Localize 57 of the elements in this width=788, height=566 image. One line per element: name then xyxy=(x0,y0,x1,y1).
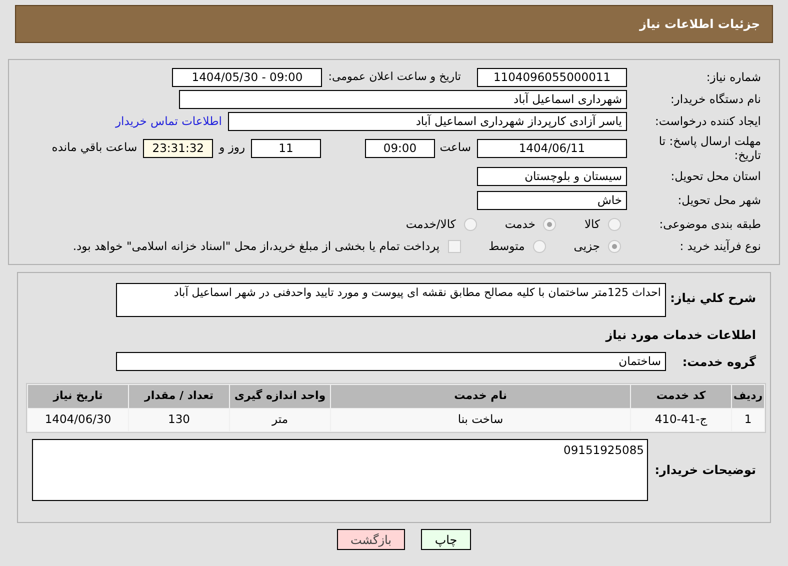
field-label: ساعت xyxy=(441,139,471,156)
field-label: استان محل تحویل: xyxy=(670,168,762,185)
column-header: کد خدمت xyxy=(631,385,731,408)
radio-label: کالا/خدمت xyxy=(406,216,456,233)
page-title: جزئیات اطلاعات نیاز xyxy=(639,16,760,33)
table-cell: 1404/06/30 xyxy=(28,409,128,431)
text-field[interactable]: سیستان و بلوچستان xyxy=(477,167,627,186)
field-label: ساعت باقي مانده xyxy=(52,139,138,156)
text-field[interactable]: خاش xyxy=(477,191,627,210)
field-label: نوع فرآیند خرید : xyxy=(678,238,762,255)
radio-button[interactable] xyxy=(532,240,546,253)
table-cell: ساخت بنا xyxy=(331,409,630,431)
table-cell: ج-41-410 xyxy=(631,409,731,431)
table-cell: متر xyxy=(230,409,330,431)
text-field[interactable]: 23:31:32 xyxy=(143,138,214,158)
text-field[interactable]: 11 xyxy=(251,138,321,158)
back-button[interactable]: بازگشت xyxy=(337,529,405,550)
checkbox-label: پرداخت تمام یا بخشی از مبلغ خرید،از محل "اسناد خزانه اسلامی" خواهد بود. xyxy=(72,238,440,255)
column-header: ردیف xyxy=(732,385,764,408)
field-label: تاریخ و ساعت اعلان عمومی: xyxy=(328,69,462,86)
field-label: نام دستگاه خریدار: xyxy=(669,90,762,108)
field-label: شرح کلي نیاز: xyxy=(670,290,756,307)
table-cell: 130 xyxy=(129,409,229,431)
radio-label: کالا xyxy=(584,216,600,233)
column-header: تعداد / مقدار xyxy=(129,385,229,408)
text-field[interactable]: 09:00 xyxy=(365,138,435,158)
column-header: نام خدمت xyxy=(331,385,630,408)
description-field[interactable]: احداث 125متر ساختمان با کلیه مصالح مطابق نقشه ای پیوست و مورد تایید واحدفنی در شهر اسماعیل آباد xyxy=(116,283,666,317)
radio-button[interactable] xyxy=(543,218,556,231)
text-field[interactable]: 1404/05/30 - 09:00 xyxy=(172,68,322,87)
text-field[interactable]: 1404/06/11 xyxy=(477,138,627,158)
radio-label: متوسط xyxy=(488,238,525,255)
radio-label: خدمت xyxy=(504,216,536,233)
print-button[interactable]: چاپ xyxy=(421,529,471,550)
radio-button[interactable] xyxy=(608,218,621,231)
checkbox[interactable] xyxy=(448,240,461,253)
field-label: توضیحات خریدار: xyxy=(656,462,756,479)
column-header: واحد اندازه گیری xyxy=(230,385,330,408)
text-field[interactable]: یاسر آزادی کارپرداز شهرداری اسماعیل آباد xyxy=(228,112,627,131)
section-title: اطلاعات خدمات مورد نیاز xyxy=(604,327,756,344)
table-cell: 1 xyxy=(732,409,764,431)
field-label: گروه خدمت: xyxy=(681,354,756,370)
text-field[interactable]: 1104096055000011 xyxy=(477,68,627,87)
contact-link[interactable]: اطلاعات تماس خریدار xyxy=(115,112,222,130)
radio-label: جزیی xyxy=(574,238,600,255)
notes-field[interactable]: 09151925085 xyxy=(32,439,648,501)
text-field[interactable]: ساختمان xyxy=(116,352,666,371)
field-label: مهلت ارسال پاسخ: تا تاریخ: xyxy=(658,134,762,162)
field-label: روز و xyxy=(219,139,245,156)
field-label: شماره نیاز: xyxy=(705,68,762,86)
field-label: طبقه بندی موضوعی: xyxy=(658,216,762,233)
column-header: تاریخ نیاز xyxy=(28,385,128,408)
field-label: ایجاد کننده درخواست: xyxy=(654,112,762,130)
text-field[interactable]: شهرداری اسماعیل آباد xyxy=(179,90,627,109)
field-label: شهر محل تحویل: xyxy=(676,192,762,209)
radio-button[interactable] xyxy=(608,240,621,253)
radio-button[interactable] xyxy=(464,218,477,231)
